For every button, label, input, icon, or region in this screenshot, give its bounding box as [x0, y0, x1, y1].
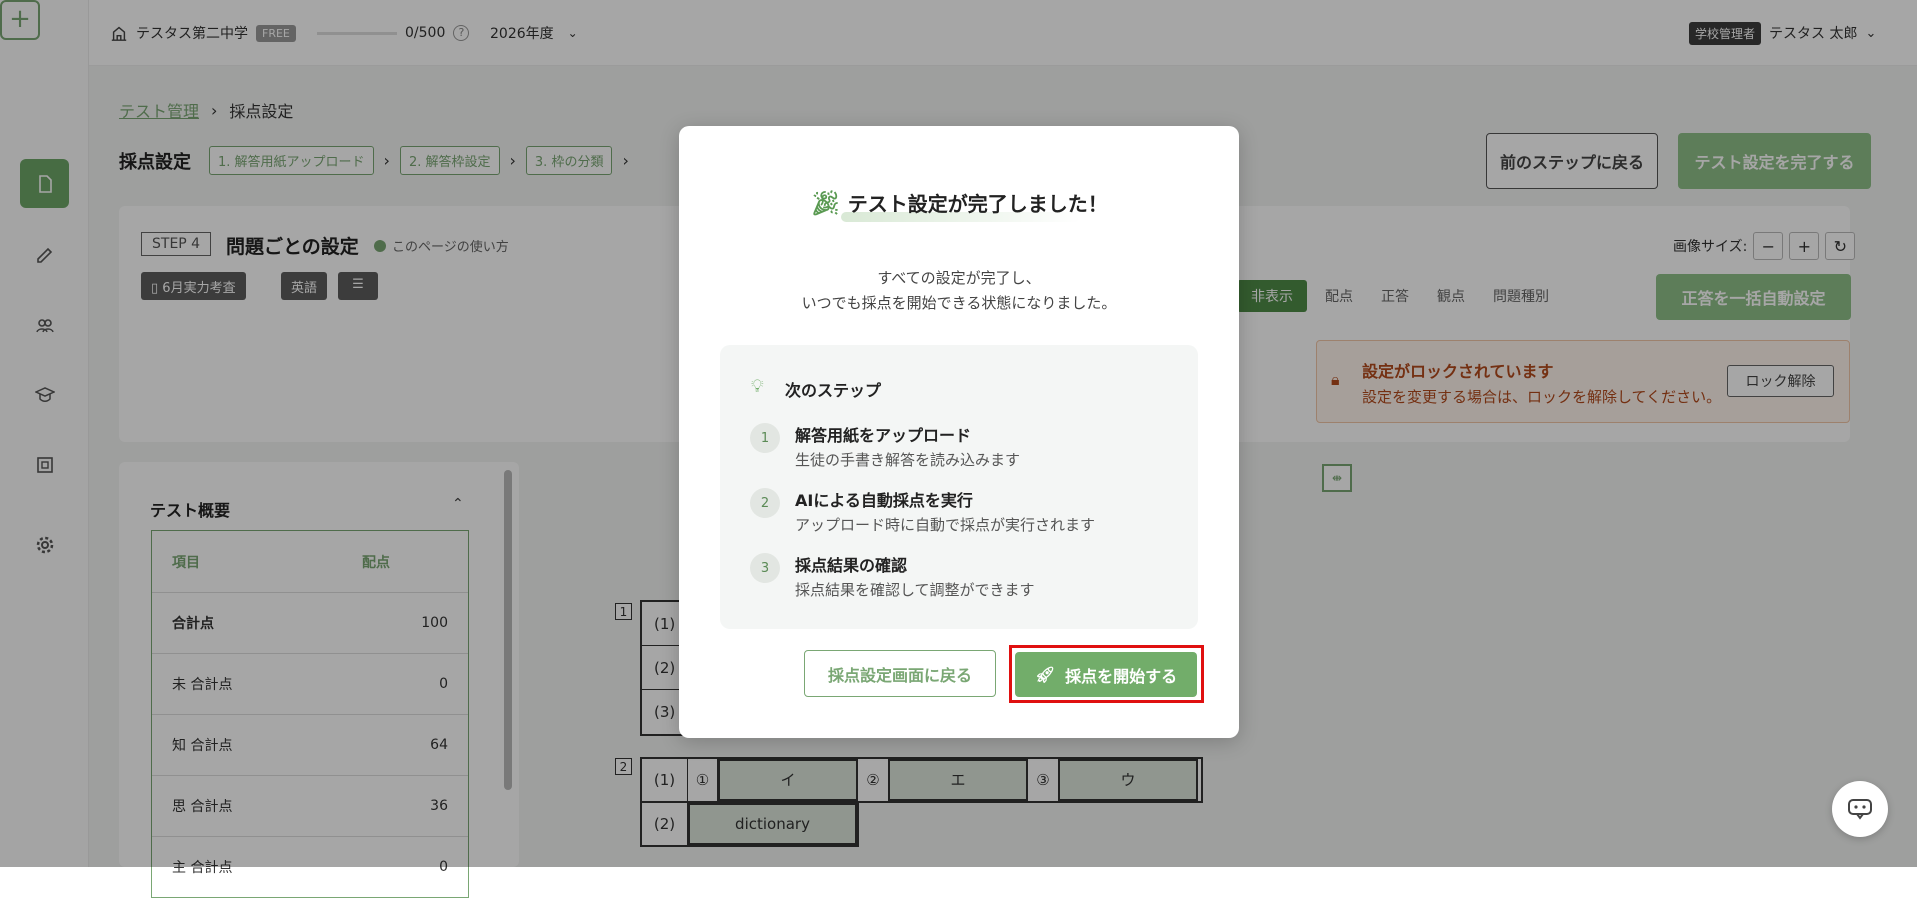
step-number-1: 1: [750, 423, 780, 453]
completion-modal: 🎉︎ テスト設定が完了しました！ すべての設定が完了し、 いつでも採点を開始でき…: [679, 126, 1239, 738]
modal-description: すべての設定が完了し、 いつでも採点を開始できる状態になりました。: [801, 269, 1117, 312]
step-desc-1: 生徒の手書き解答を読み込みます: [795, 451, 1021, 469]
step-number-3: 3: [750, 553, 780, 583]
lightbulb-icon: 💡︎: [751, 376, 764, 397]
step-number-2: 2: [750, 488, 780, 518]
step-title-3: 採点結果の確認: [795, 556, 908, 575]
step-title-2: AIによる自動採点を実行: [795, 491, 973, 510]
step-desc-3: 採点結果を確認して調整ができます: [795, 581, 1035, 599]
chat-support-icon[interactable]: [1832, 781, 1888, 837]
back-to-settings-button[interactable]: 採点設定画面に戻る: [804, 650, 996, 697]
step-title-1: 解答用紙をアップロード: [795, 426, 972, 445]
modal-title: 🎉︎ テスト設定が完了しました！: [810, 189, 1108, 217]
party-popper-icon: 🎉︎: [810, 189, 841, 217]
next-steps-label: 次のステップ: [785, 381, 882, 400]
highlight-box: [1009, 645, 1204, 703]
step-desc-2: アップロード時に自動で採点が実行されます: [795, 516, 1096, 534]
